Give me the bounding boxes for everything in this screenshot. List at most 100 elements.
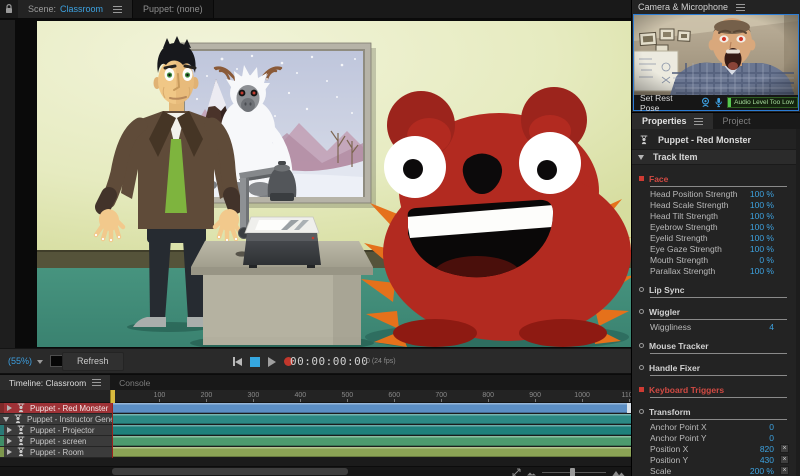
reset-value-button[interactable]: × (780, 466, 789, 475)
property-value[interactable]: 100 % (750, 189, 774, 199)
microphone-toggle-icon[interactable] (715, 97, 722, 108)
ruler-tick (300, 399, 302, 402)
ruler-tick (347, 399, 349, 402)
expand-triangle-icon[interactable] (7, 405, 12, 411)
camera-toggle-icon[interactable] (700, 97, 711, 108)
tab-puppet-none[interactable]: Puppet: (none) (133, 0, 214, 18)
zoom-slider-thumb[interactable] (570, 467, 575, 476)
fit-view-icon[interactable] (512, 468, 521, 476)
property-value[interactable]: 100 % (750, 200, 774, 210)
tab-console[interactable]: Console (110, 375, 159, 390)
track-row-puppet-screen[interactable]: Puppet - screen (0, 436, 112, 447)
refresh-button[interactable]: Refresh (62, 352, 124, 371)
properties-menu-icon[interactable] (693, 117, 703, 125)
track-bar-puppet-room[interactable] (113, 447, 631, 457)
property-value[interactable]: 0 (769, 422, 774, 432)
ruler-label: 100 (153, 392, 166, 399)
behavior-bullet-icon[interactable] (639, 343, 644, 348)
section-header-handle-fixer[interactable]: Handle Fixer (638, 362, 795, 373)
track-bar-puppet-screen[interactable] (113, 436, 631, 446)
go-to-start-button[interactable] (233, 357, 242, 366)
ruler-label: 200 (200, 392, 213, 399)
property-value[interactable]: 0 % (759, 255, 774, 265)
section-header-transform[interactable]: Transform (638, 406, 795, 417)
ruler-label: 500 (341, 392, 354, 399)
playhead-marker[interactable] (110, 390, 115, 403)
zoom-in-mountain-icon[interactable] (612, 468, 625, 476)
track-row-puppet-instructor-gene[interactable]: Puppet - Instructor Gene (0, 414, 112, 425)
camera-panel-menu-icon[interactable] (736, 3, 746, 11)
section-header-lip-sync[interactable]: Lip Sync (638, 284, 795, 295)
property-value[interactable]: 100 % (750, 211, 774, 221)
reset-value-button[interactable]: × (780, 455, 789, 464)
tab-timeline-classroom[interactable]: Timeline: Classroom (0, 375, 111, 390)
stage-toolbar: (55%) Refresh 00:00:00:00 0 (24 fps) (0, 348, 631, 374)
expand-triangle-icon[interactable] (7, 449, 12, 455)
scene-tab-name[interactable]: Classroom (60, 4, 103, 14)
section-header-face[interactable]: Face (638, 173, 795, 184)
scene-tabbar: Scene: Classroom Puppet: (none) (0, 0, 631, 19)
tab-scene-classroom[interactable]: Scene: Classroom (18, 0, 134, 18)
camera-microphone-panel: Camera & Microphone Set Rest Pose Audio … (632, 0, 800, 113)
section-header-wiggler[interactable]: Wiggler (638, 306, 795, 317)
section-underline (650, 319, 787, 320)
property-row-eyelid-strength: Eyelid Strength 100 % (638, 232, 795, 243)
ruler-tick (441, 399, 443, 402)
property-value[interactable]: 100 % (750, 244, 774, 254)
section-header-mouse-tracker[interactable]: Mouse Tracker (638, 340, 795, 351)
timeline-menu-icon[interactable] (92, 379, 102, 386)
ruler-tick (488, 399, 490, 402)
scene-canvas[interactable] (37, 21, 631, 347)
reset-value-button[interactable]: × (780, 444, 789, 453)
property-value[interactable]: 430 (760, 455, 774, 465)
zoom-caret-icon[interactable] (37, 360, 43, 364)
stop-button[interactable] (250, 356, 260, 367)
property-value[interactable]: 0 (769, 433, 774, 443)
puppet-icon (17, 436, 25, 446)
behavior-bullet-icon[interactable] (639, 287, 644, 292)
section-header-keyboard-triggers[interactable]: Keyboard Triggers (638, 384, 795, 395)
track-bar-puppet-red-monster[interactable] (113, 403, 631, 413)
playhead-line[interactable] (112, 403, 113, 466)
scene-tab-menu-icon[interactable] (113, 5, 123, 13)
property-value[interactable]: 100 % (750, 222, 774, 232)
behavior-sections: Face Head Position Strength 100 % Head Scal… (632, 173, 800, 476)
play-button[interactable] (268, 356, 276, 367)
zoom-out-mountain-icon[interactable] (527, 469, 536, 476)
behavior-bullet-icon[interactable] (639, 365, 644, 370)
track-row-puppet-room[interactable]: Puppet - Room (0, 447, 112, 458)
timeline-ruler[interactable]: 100 200 300 400 500 600 700 800 900 1000 1100 (0, 390, 637, 403)
set-rest-pose-button[interactable]: Set Rest Pose (634, 93, 696, 113)
track-row-puppet-projector[interactable]: Puppet - Projector (0, 425, 112, 436)
tab-project[interactable]: Project (713, 113, 761, 129)
track-row-puppet-red-monster[interactable]: Puppet - Red Monster (0, 403, 112, 414)
pin-icon[interactable] (0, 0, 18, 18)
tab-properties[interactable]: Properties (632, 113, 713, 129)
behavior-bullet-icon[interactable] (639, 309, 644, 314)
property-value[interactable]: 4 (769, 322, 774, 332)
camera-panel-title: Camera & Microphone (638, 2, 746, 12)
track-bar-puppet-projector[interactable] (113, 425, 631, 435)
timeline-tabbar: Timeline: Classroom Console (0, 375, 631, 390)
ruler-tick (253, 399, 255, 402)
property-value[interactable]: 820 (760, 444, 774, 454)
armed-indicator-icon[interactable] (639, 176, 644, 181)
expand-triangle-icon[interactable] (7, 427, 12, 433)
timeline-zoom-slider[interactable] (542, 467, 606, 476)
property-value[interactable]: 200 % (750, 466, 774, 476)
ruler-tick (394, 399, 396, 402)
section-wiggler: Wiggler Wiggliness 4 (638, 306, 795, 332)
properties-scrollbar[interactable] (796, 129, 800, 476)
property-value[interactable]: 100 % (750, 266, 774, 276)
property-value[interactable]: 100 % (750, 233, 774, 243)
collapse-triangle-icon[interactable] (3, 416, 9, 422)
expand-triangle-icon[interactable] (7, 438, 12, 444)
horizontal-scrollbar-thumb[interactable] (112, 468, 348, 475)
section-keyboard-triggers: Keyboard Triggers (638, 384, 795, 398)
track-bar-puppet-instructor-gene[interactable] (113, 414, 631, 424)
collapse-triangle-icon[interactable] (638, 154, 644, 160)
track-item-header[interactable]: Track Item (632, 149, 800, 165)
zoom-level-dropdown[interactable]: (55%) (8, 356, 32, 366)
armed-indicator-icon[interactable] (639, 387, 644, 392)
behavior-bullet-icon[interactable] (639, 409, 644, 414)
